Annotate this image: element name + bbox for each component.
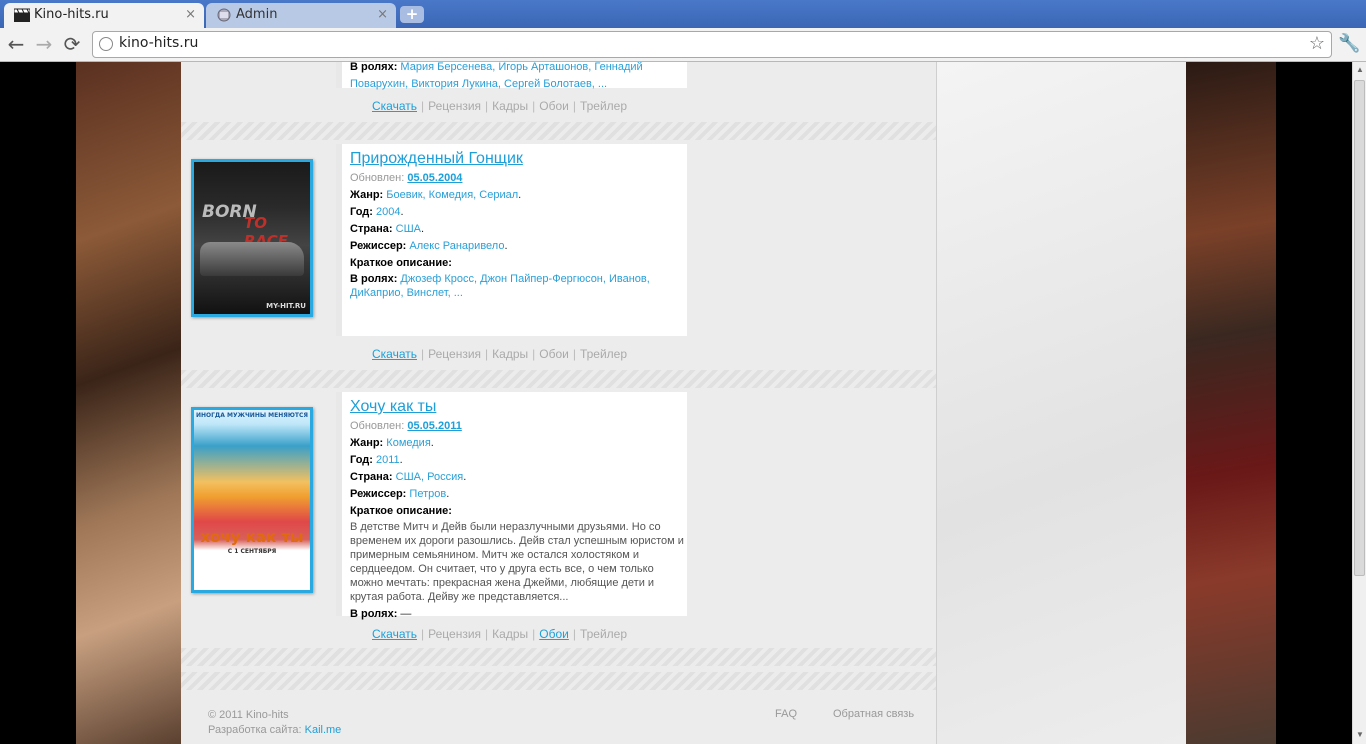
divider [181, 370, 936, 388]
trailer-link[interactable]: Трейлер [580, 347, 627, 361]
wrench-icon[interactable]: 🔧 [1338, 33, 1360, 54]
divider [181, 672, 936, 690]
download-link[interactable]: Скачать [372, 627, 417, 641]
url-text: kino-hits.ru [119, 35, 199, 51]
poster-watermark: MY-HIT.RU [266, 302, 306, 310]
description-label: Краткое описание: [350, 257, 452, 269]
movie-title-link[interactable]: Прирожденный Гонщик [350, 148, 686, 170]
director-label: Режиссер: [350, 488, 407, 500]
country-value[interactable]: США [396, 223, 421, 235]
frames-link[interactable]: Кадры [492, 347, 528, 361]
background-art-right [1186, 62, 1276, 744]
poster-car-image [200, 242, 304, 276]
year-value[interactable]: 2011 [376, 454, 400, 466]
movie-card: В ролях: Мария Берсенева, Игорь Арташоно… [336, 62, 687, 90]
movie-card: Хочу как ты Обновлен: 05.05.2011 Жанр: К… [336, 392, 687, 620]
review-link[interactable]: Рецензия [428, 347, 481, 361]
wallpapers-link[interactable]: Обои [539, 627, 569, 641]
bookmark-star-icon[interactable]: ☆ [1309, 33, 1325, 54]
download-link[interactable]: Скачать [372, 347, 417, 361]
developer-link[interactable]: Kail.me [305, 724, 342, 736]
developer-label: Разработка сайта: [208, 724, 302, 736]
poster-title: хочу как ты [200, 528, 304, 546]
review-link[interactable]: Рецензия [428, 99, 481, 113]
cast-label: В ролях: [350, 273, 398, 285]
wallpapers-link[interactable]: Обои [539, 347, 569, 361]
page-icon [217, 8, 231, 22]
tab-bar: Kino-hits.ru × Admin × + [0, 0, 1366, 28]
card-grip [336, 144, 342, 336]
faq-link[interactable]: FAQ [775, 708, 797, 720]
copyright: © 2011 Kino-hits [208, 709, 289, 721]
browser-toolbar: ← → ⟳ kino-hits.ru ☆ 🔧 [0, 28, 1366, 62]
review-link[interactable]: Рецензия [428, 627, 481, 641]
tab-label: Admin [236, 7, 278, 22]
poster-tagline: ИНОГДА МУЖЧИНЫ МЕНЯЮТСЯ [195, 412, 309, 419]
country-label: Страна: [350, 471, 393, 483]
movie-title-link[interactable]: Хочу как ты [350, 396, 686, 418]
scroll-up-icon[interactable]: ▲ [1355, 65, 1365, 74]
poster-date: С 1 СЕНТЯБРЯ [227, 548, 277, 555]
country-label: Страна: [350, 223, 393, 235]
updated-label: Обновлен: [350, 172, 405, 184]
updated-label: Обновлен: [350, 420, 405, 432]
movie-links: Скачать | Рецензия | Кадры | Обои | Трейлер [372, 627, 628, 641]
movie-links: Скачать | Рецензия | Кадры | Обои | Трейлер [372, 99, 628, 113]
globe-icon [99, 37, 113, 51]
address-bar[interactable]: kino-hits.ru ☆ [92, 31, 1332, 58]
divider [181, 122, 936, 140]
scrollbar-thumb[interactable] [1354, 80, 1365, 576]
background-art-left [76, 62, 182, 744]
year-label: Год: [350, 206, 373, 218]
close-tab-icon[interactable]: × [185, 3, 196, 27]
tab-kino-hits[interactable]: Kino-hits.ru × [4, 3, 204, 28]
updated-date[interactable]: 05.05.2011 [407, 420, 461, 432]
year-value[interactable]: 2004 [376, 206, 400, 218]
movie-poster[interactable]: BORN TO RACE MY-HIT.RU [191, 159, 313, 317]
frames-link[interactable]: Кадры [492, 99, 528, 113]
cast-label: В ролях: [350, 62, 398, 73]
scroll-down-icon[interactable]: ▼ [1355, 730, 1365, 739]
trailer-link[interactable]: Трейлер [580, 627, 627, 641]
right-sidebar [936, 62, 1186, 744]
cast-value: — [400, 608, 412, 620]
download-link[interactable]: Скачать [372, 99, 417, 113]
movie-links: Скачать | Рецензия | Кадры | Обои | Трейлер [372, 347, 628, 361]
movie-poster[interactable]: ИНОГДА МУЖЧИНЫ МЕНЯЮТСЯ хочу как ты С 1 … [191, 407, 313, 593]
page-viewport: В ролях: Мария Берсенева, Игорь Арташоно… [0, 62, 1352, 744]
tab-admin[interactable]: Admin × [206, 3, 396, 28]
tab-label: Kino-hits.ru [34, 7, 109, 22]
back-icon[interactable]: ← [4, 33, 28, 57]
cast-label: В ролях: [350, 608, 398, 620]
frames-link[interactable]: Кадры [492, 627, 528, 641]
card-grip [336, 62, 342, 88]
page-scrollbar[interactable]: ▲ ▼ [1352, 62, 1366, 744]
description-text: В детстве Митч и Дейв были неразлучными … [350, 521, 684, 603]
updated-date[interactable]: 05.05.2004 [407, 172, 462, 184]
genre-value[interactable]: Боевик, Комедия, Сериал [386, 189, 518, 201]
wallpapers-link[interactable]: Обои [539, 99, 569, 113]
genre-value[interactable]: Комедия [386, 437, 430, 449]
forward-icon[interactable]: → [32, 33, 56, 57]
close-tab-icon[interactable]: × [377, 3, 388, 27]
new-tab-button[interactable]: + [400, 6, 424, 23]
reload-icon[interactable]: ⟳ [60, 33, 84, 57]
country-value[interactable]: США, Россия [396, 471, 464, 483]
divider [181, 648, 936, 666]
movie-card: Прирожденный Гонщик Обновлен: 05.05.2004… [336, 144, 687, 336]
year-label: Год: [350, 454, 373, 466]
genre-label: Жанр: [350, 189, 384, 201]
director-label: Режиссер: [350, 240, 407, 252]
footer: © 2011 Kino-hits Разработка сайта: Kail.… [208, 708, 341, 738]
description-label: Краткое описание: [350, 505, 452, 517]
director-value[interactable]: Петров [409, 488, 446, 500]
feedback-link[interactable]: Обратная связь [833, 708, 914, 720]
director-value[interactable]: Алекс Ранаривело [409, 240, 504, 252]
trailer-link[interactable]: Трейлер [580, 99, 627, 113]
genre-label: Жанр: [350, 437, 384, 449]
card-grip [336, 392, 342, 616]
clapperboard-icon [14, 8, 30, 22]
